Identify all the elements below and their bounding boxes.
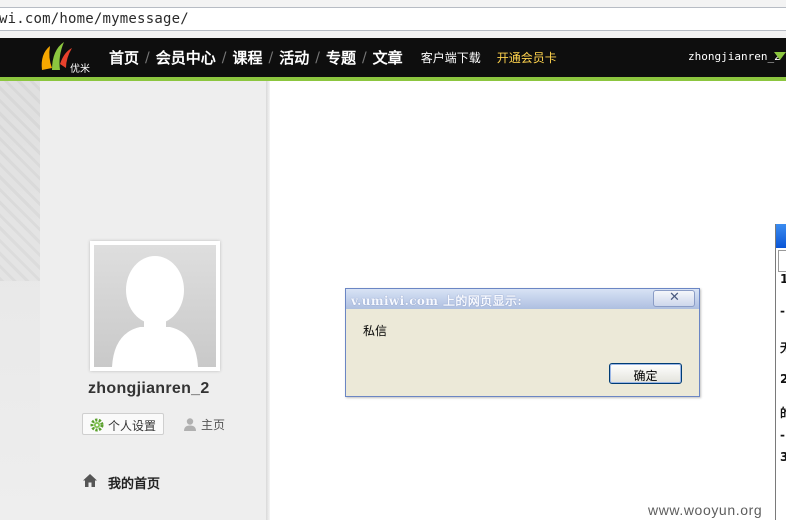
partial-text: 1 bbox=[780, 272, 786, 286]
profile-username: zhongjianren_2 bbox=[88, 380, 210, 397]
nav-separator: / bbox=[315, 49, 320, 66]
user-icon bbox=[184, 418, 196, 431]
browser-address-bar: wi.com/home/mymessage/ bbox=[0, 0, 786, 38]
umiwi-logo[interactable]: 优米 bbox=[38, 40, 98, 76]
default-avatar-image bbox=[94, 245, 216, 367]
alert-dialog-title: v.umiwi.com 上的网页显示: bbox=[351, 294, 523, 308]
close-button[interactable]: ✕ bbox=[653, 290, 695, 307]
partial-text: 无 bbox=[780, 339, 786, 356]
my-home-label: 我的首页 bbox=[108, 477, 161, 492]
partial-text: 2 bbox=[780, 372, 786, 386]
url-text: wi.com/home/mymessage/ bbox=[0, 11, 189, 27]
main-menu: 首页 / 会员中心 / 课程 / 活动 / 专题 / 文章 客户端下载 开通会员… bbox=[109, 38, 557, 77]
nav-link-articles[interactable]: 文章 bbox=[373, 47, 403, 68]
nav-separator: / bbox=[221, 49, 227, 66]
sidebar-divider bbox=[266, 81, 270, 520]
gear-icon bbox=[90, 418, 104, 432]
alert-dialog-titlebar: v.umiwi.com 上的网页显示: ✕ bbox=[346, 289, 699, 309]
nav-link-events[interactable]: 活动 bbox=[279, 47, 309, 68]
partial-text: 的 bbox=[780, 404, 786, 421]
partial-window-titlebar bbox=[776, 224, 786, 248]
ok-button[interactable]: 确定 bbox=[609, 363, 682, 384]
client-download-link[interactable]: 客户端下载 bbox=[421, 49, 481, 66]
svg-text:优米: 优米 bbox=[70, 62, 90, 75]
vip-card-link[interactable]: 开通会员卡 bbox=[497, 49, 557, 66]
left-background-texture bbox=[0, 81, 40, 281]
nav-link-courses[interactable]: 课程 bbox=[232, 47, 262, 68]
personal-settings-label: 个人设置 bbox=[108, 419, 157, 433]
partial-text: - bbox=[780, 304, 785, 318]
nav-username[interactable]: zhongjianren_2 bbox=[688, 50, 781, 63]
nav-separator: / bbox=[268, 49, 274, 66]
top-nav: 优米 首页 / 会员中心 / 课程 / 活动 / 专题 / 文章 客户端下载 开… bbox=[0, 38, 786, 77]
background-window-partial: 1 - 无 2 的 - 3 bbox=[775, 224, 786, 520]
close-icon: ✕ bbox=[669, 290, 680, 305]
nav-separator: / bbox=[361, 49, 367, 66]
alert-dialog-message: 私信 bbox=[363, 324, 388, 338]
house-icon bbox=[83, 474, 97, 487]
ok-button-label: 确定 bbox=[633, 369, 658, 383]
url-input[interactable]: wi.com/home/mymessage/ bbox=[0, 7, 786, 31]
partial-text: - bbox=[780, 428, 785, 442]
nav-link-topics[interactable]: 专题 bbox=[326, 47, 356, 68]
partial-text: 3 bbox=[780, 450, 786, 464]
avatar[interactable] bbox=[90, 241, 220, 371]
nav-link-home[interactable]: 首页 bbox=[109, 47, 139, 68]
chevron-down-icon[interactable] bbox=[774, 52, 786, 60]
nav-link-member-center[interactable]: 会员中心 bbox=[156, 47, 216, 68]
nav-separator: / bbox=[145, 49, 150, 66]
alert-dialog: v.umiwi.com 上的网页显示: ✕ 私信 确定 bbox=[345, 288, 700, 397]
homepage-label: 主页 bbox=[201, 418, 226, 432]
partial-window-field bbox=[778, 250, 786, 272]
personal-settings-button[interactable]: 个人设置 bbox=[82, 413, 164, 435]
watermark-text: www.wooyun.org bbox=[648, 502, 763, 518]
